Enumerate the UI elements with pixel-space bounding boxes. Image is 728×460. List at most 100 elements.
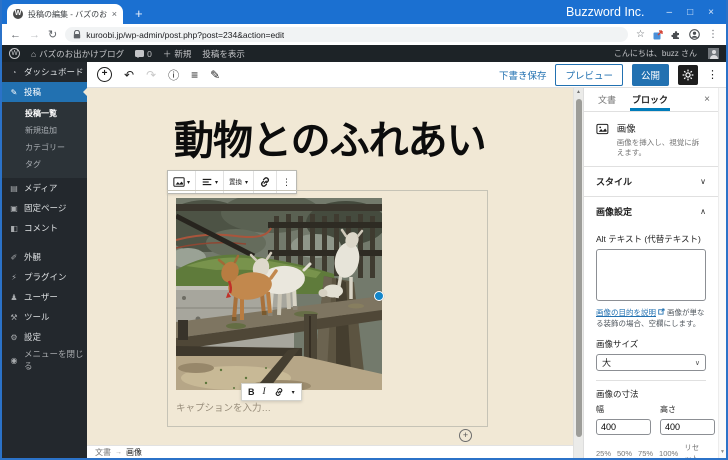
block-inserter-button[interactable]: + [97,67,112,82]
tab-block[interactable]: ブロック [630,88,671,111]
browser-window: W 投稿の編集 - バズのお出かけブログ × + Buzzword Inc. –… [0,0,728,460]
browser-tab[interactable]: W 投稿の編集 - バズのお出かけブログ × [7,4,123,24]
submenu-item-all-posts[interactable]: 投稿一覧 [2,105,87,122]
height-input[interactable] [660,419,715,435]
scroll-up-arrow-icon[interactable]: ▲ [574,89,583,95]
width-input[interactable] [596,419,651,435]
tab-close-icon[interactable]: × [112,9,117,19]
collapse-icon: ◉ [10,355,18,365]
preset-25-button[interactable]: 25% [596,449,611,458]
image-block-icon [173,177,185,187]
view-post-link[interactable]: 投稿を表示 [202,48,245,60]
sidebar-item-tools[interactable]: ⚒ ツール [2,307,87,327]
edit-pencil-icon[interactable]: ✎ [210,68,220,82]
user-avatar[interactable] [708,48,719,59]
posts-pin-icon: ✎ [10,87,18,97]
back-icon[interactable]: ← [10,29,21,41]
browser-menu-icon[interactable]: ⋮ [708,29,718,40]
save-draft-button[interactable]: 下書き保存 [499,68,547,82]
minimize-button[interactable]: – [667,7,673,18]
styles-section-toggle[interactable]: スタイル ∨ [584,167,718,198]
tab-document[interactable]: 文書 [596,88,618,111]
admin-bar-new[interactable]: ＋ 新規 [163,48,192,60]
wordpress-logo-icon[interactable]: W [9,48,20,59]
alt-text-input[interactable] [596,249,706,302]
submenu-item-add-new[interactable]: 新規追加 [2,122,87,139]
sidebar-item-appearance[interactable]: ✐ 外観 [2,247,87,267]
preset-100-button[interactable]: 100% [659,449,678,458]
admin-bar-site-link[interactable]: ⌂ バズのお出かけブログ [31,48,124,60]
dashboard-icon: ◔ [11,67,17,77]
comments-icon: ◧ [10,223,18,233]
image-settings-section-toggle[interactable]: 画像設定 ∧ [584,197,718,226]
maximize-button[interactable]: □ [687,7,693,18]
profile-icon[interactable] [689,29,700,40]
breadcrumb-document[interactable]: 文書 [95,447,111,458]
url-text: kuroobi.jp/wp-admin/post.php?post=234&ac… [86,29,285,40]
sidebar-item-plugins[interactable]: ⚡ プラグイン [2,267,87,287]
canvas-scrollbar[interactable]: ▲ [573,88,583,458]
new-tab-button[interactable]: + [135,6,143,21]
more-formats-chevron-icon[interactable]: ▾ [292,389,295,396]
editor-canvas[interactable]: 動物とのふれあい ▾ ▾ 置換 ▾ ⋮ B I ▾ キャプションを入力… + [87,88,573,445]
plus-icon: ＋ [162,48,172,59]
bookmark-star-icon[interactable]: ☆ [636,29,645,40]
preset-75-button[interactable]: 75% [638,449,653,458]
sidebar-collapse-menu[interactable]: ◉ メニューを閉じる [2,349,87,371]
sidebar-item-users[interactable]: ♟ ユーザー [2,287,87,307]
link-icon[interactable] [274,387,284,397]
block-card: 画像 画像を挿入し、視覚に訴えます。 [584,112,718,168]
wordpress-favicon-icon: W [13,9,23,19]
submenu-item-tags[interactable]: タグ [2,156,87,173]
describe-image-link[interactable]: 画像の目的を説明 [596,308,656,317]
preview-button[interactable]: プレビュー [555,63,623,86]
sidebar-item-posts[interactable]: ✎ 投稿 [2,82,87,102]
panel-scrollbar[interactable]: ▼ [718,88,726,458]
height-label: 高さ [660,405,676,414]
publish-button[interactable]: 公開 [631,63,669,86]
url-field[interactable]: kuroobi.jp/wp-admin/post.php?post=234&ac… [65,27,629,42]
editor-more-menu-icon[interactable]: ⋮ [707,68,718,81]
extension-icon[interactable] [653,29,663,40]
admin-bar-comments[interactable]: 0 [135,49,152,59]
image-size-select[interactable]: 大 ∨ [596,354,706,371]
reset-button[interactable]: リセット [684,442,706,458]
preset-50-button[interactable]: 50% [617,449,632,458]
gear-icon [682,69,694,80]
greeting-text[interactable]: こんにちは、buzz さん [614,48,697,59]
scroll-down-arrow-icon[interactable]: ▼ [719,449,726,455]
window-close-button[interactable]: × [708,7,714,18]
external-link-icon [658,308,665,315]
bold-button[interactable]: B [248,387,255,397]
submenu-item-categories[interactable]: カテゴリー [2,139,87,156]
list-view-icon[interactable]: ≡ [191,68,198,82]
post-title[interactable]: 動物とのふれあい [174,108,487,166]
extensions-puzzle-icon[interactable] [671,30,681,40]
image-resize-handle[interactable] [374,291,384,301]
kebab-icon: ⋮ [282,176,292,187]
image-block-icon [596,123,609,135]
forward-icon[interactable]: → [29,29,40,41]
settings-gear-button[interactable] [678,64,698,85]
sidebar-item-media[interactable]: ▤ メディア [2,178,87,198]
sidebar-item-dashboard[interactable]: ◔ ダッシュボード [2,62,87,82]
caption-placeholder[interactable]: キャプションを入力… [176,400,271,414]
chevron-down-icon: ▾ [215,179,219,186]
panel-close-icon[interactable]: × [704,94,710,105]
add-block-button[interactable]: + [459,429,472,442]
wp-admin-bar: W ⌂ バズのお出かけブログ 0 ＋ 新規 投稿を表示 こんにちは、buzz さ… [2,45,726,62]
info-icon[interactable]: ⓘ [168,67,179,83]
sidebar-item-pages[interactable]: ▣ 固定ページ [2,198,87,218]
canvas-scrollbar-thumb[interactable] [575,99,582,437]
breadcrumb-image-block[interactable]: 画像 [126,447,142,458]
settings-icon: ⚙ [10,332,18,342]
goat-photo[interactable] [176,198,382,390]
sidebar-item-settings[interactable]: ⚙ 設定 [2,327,87,347]
chevron-down-icon: ▾ [245,179,249,186]
redo-icon[interactable]: ↷ [146,68,156,82]
pages-icon: ▣ [10,203,18,213]
sidebar-item-comments[interactable]: ◧ コメント [2,218,87,238]
undo-icon[interactable]: ↶ [124,68,134,82]
reload-icon[interactable]: ↻ [48,28,57,41]
italic-button[interactable]: I [263,387,266,397]
